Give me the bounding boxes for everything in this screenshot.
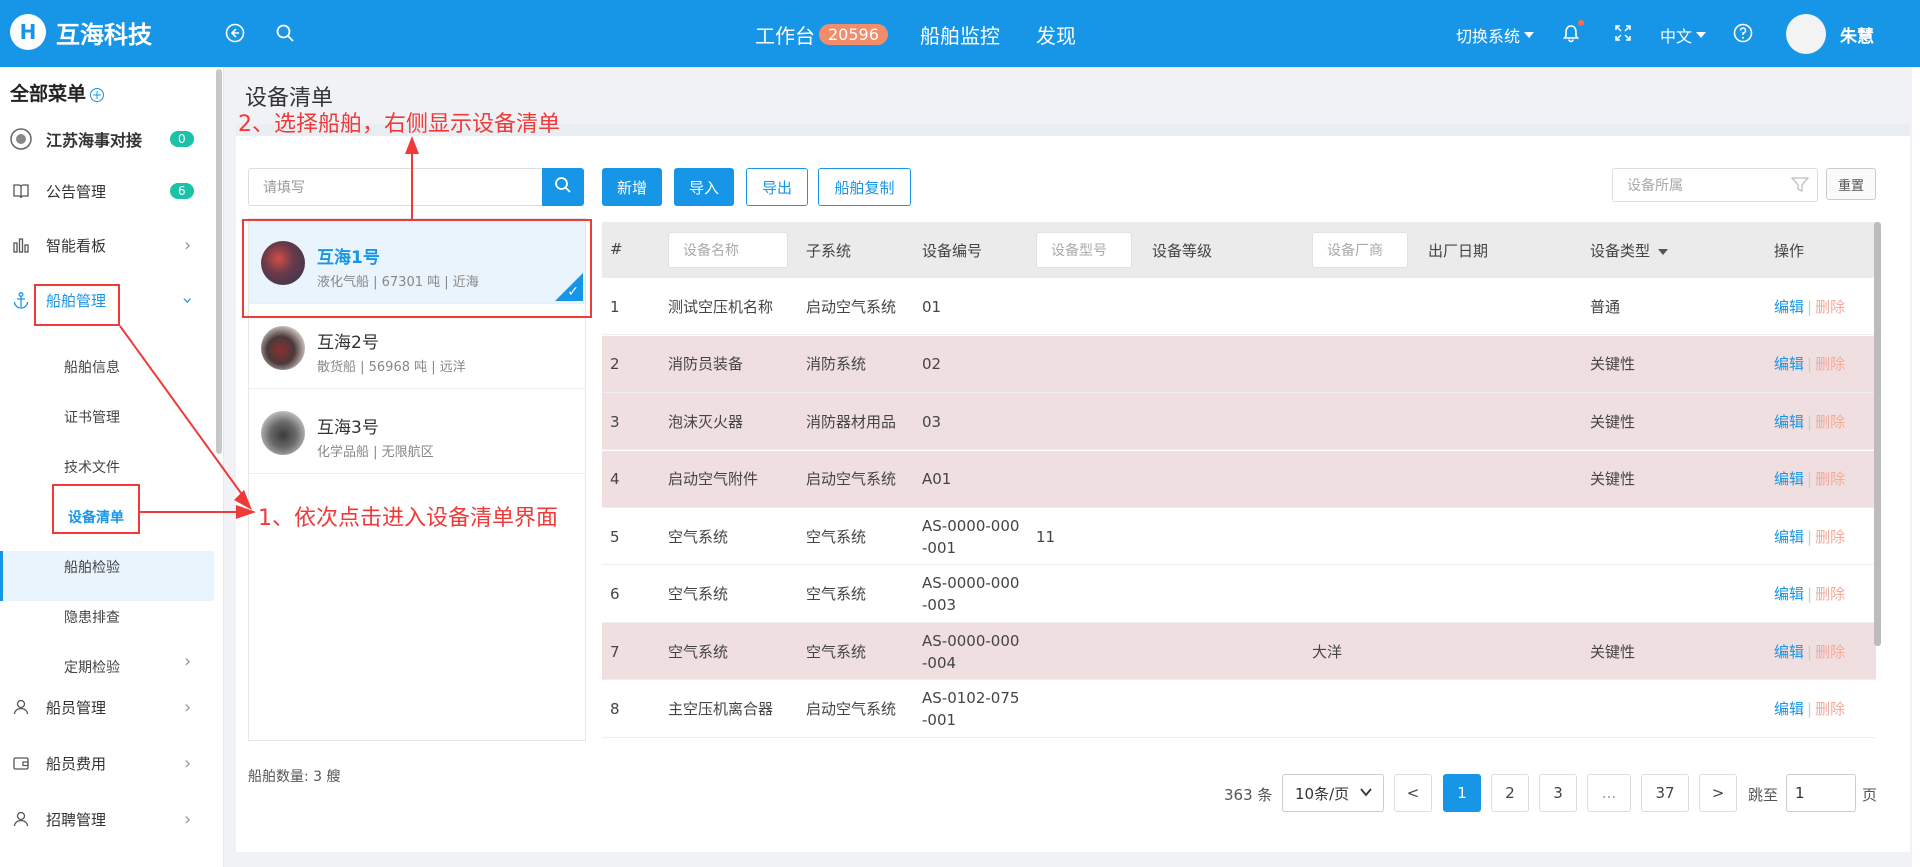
- arrow-line: [119, 325, 247, 501]
- arrow-head-icon: [405, 136, 419, 154]
- arrow-head-icon: [236, 505, 256, 519]
- annotation-arrows: [119, 136, 419, 519]
